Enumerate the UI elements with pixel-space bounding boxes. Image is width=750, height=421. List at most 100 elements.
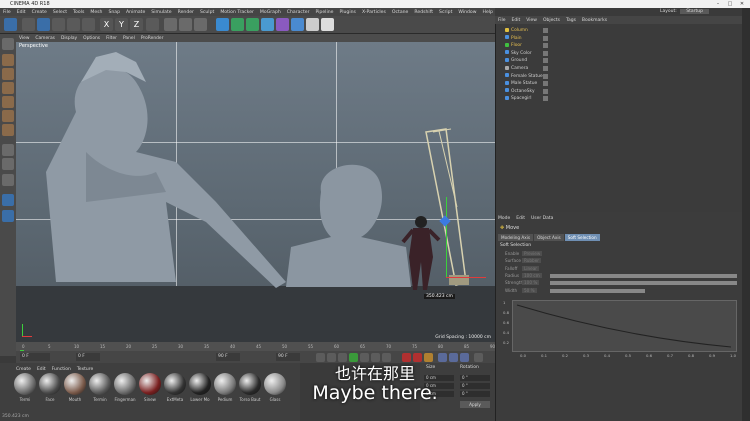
subdivision-icon[interactable] <box>231 18 244 31</box>
menu-help[interactable]: Help <box>483 10 493 15</box>
menu-sculpt[interactable]: Sculpt <box>200 10 214 15</box>
x-axis-handle[interactable] <box>446 277 486 278</box>
field-value[interactable]: Rubber <box>522 258 541 264</box>
visibility-toggle-icon[interactable] <box>543 73 548 79</box>
snap-icon[interactable] <box>2 174 14 186</box>
visibility-toggle-icon[interactable] <box>543 28 548 33</box>
field-value[interactable]: Preview <box>522 251 543 256</box>
viewport-menu-panel[interactable]: Panel <box>123 36 135 41</box>
menu-tools[interactable]: Tools <box>73 10 84 15</box>
menu-animate[interactable]: Animate <box>126 10 145 15</box>
tab-modeling-axis[interactable]: Modeling Axis <box>498 234 534 241</box>
sculpt-icon[interactable] <box>2 194 14 206</box>
field-value[interactable]: 100 cm <box>522 272 542 278</box>
visibility-toggle-icon[interactable] <box>543 43 548 49</box>
undo-icon[interactable] <box>4 18 17 31</box>
close-icon[interactable]: ✕ <box>736 0 748 8</box>
object-row[interactable]: Female Statue <box>505 73 548 80</box>
array-icon[interactable] <box>246 18 259 31</box>
visibility-toggle-icon[interactable] <box>543 35 548 41</box>
menu-x-particles[interactable]: X-Particles <box>362 10 386 15</box>
tab-soft-selection[interactable]: Soft Selection <box>564 234 600 241</box>
recent-tool-icon[interactable] <box>82 18 95 31</box>
object-menu-edit[interactable]: Edit <box>512 18 521 23</box>
menu-file[interactable]: File <box>3 10 11 15</box>
make-editable-icon[interactable] <box>2 38 14 50</box>
visibility-toggle-icon[interactable] <box>543 96 548 102</box>
menu-script[interactable]: Script <box>439 10 452 15</box>
light-icon[interactable] <box>321 18 334 31</box>
visibility-toggle-icon[interactable] <box>543 66 548 71</box>
model-mode-icon[interactable] <box>2 54 14 66</box>
render-settings-icon[interactable] <box>194 18 207 31</box>
visibility-toggle-icon[interactable] <box>543 58 548 64</box>
edges-mode-icon[interactable] <box>2 110 14 122</box>
object-row[interactable]: Column <box>505 27 548 34</box>
spacegirl-figure[interactable] <box>401 212 441 292</box>
y-axis-handle[interactable] <box>446 197 447 277</box>
y-axis-icon[interactable]: Y <box>115 18 128 31</box>
tab-object-axis[interactable]: Object Axis <box>534 234 564 241</box>
viewport-menu-cameras[interactable]: Cameras <box>35 36 55 41</box>
layout-value[interactable]: Startup <box>680 9 709 14</box>
object-menu-view[interactable]: View <box>526 18 537 23</box>
render-picture-viewer-icon[interactable] <box>179 18 192 31</box>
viewport-menu-view[interactable]: View <box>19 36 29 41</box>
camera-icon[interactable] <box>306 18 319 31</box>
points-mode-icon[interactable] <box>2 96 14 108</box>
field-value[interactable]: Linear <box>522 265 540 271</box>
menu-simulate[interactable]: Simulate <box>151 10 171 15</box>
field-slider[interactable] <box>550 288 645 293</box>
minimize-icon[interactable]: – <box>712 0 724 8</box>
object-row[interactable]: Camera <box>505 65 548 72</box>
field-value[interactable]: 50 % <box>522 287 537 293</box>
field-slider[interactable] <box>550 281 737 286</box>
object-menu-file[interactable]: File <box>498 18 506 23</box>
menu-render[interactable]: Render <box>178 10 194 15</box>
workplane-icon[interactable] <box>2 82 14 94</box>
z-axis-icon[interactable]: Z <box>130 18 143 31</box>
polygons-mode-icon[interactable] <box>2 124 14 136</box>
menu-redshift[interactable]: Redshift <box>414 10 433 15</box>
falloff-graph[interactable] <box>512 300 737 352</box>
menu-window[interactable]: Window <box>458 10 476 15</box>
menu-motion-tracker[interactable]: Motion Tracker <box>220 10 254 15</box>
menu-mograph[interactable]: MoGraph <box>260 10 281 15</box>
scene-icon[interactable] <box>291 18 304 31</box>
object-row[interactable]: Floor <box>505 42 548 49</box>
render-view-icon[interactable] <box>164 18 177 31</box>
visibility-toggle-icon[interactable] <box>543 50 548 56</box>
viewport-menu-filter[interactable]: Filter <box>106 36 117 41</box>
menu-plugins[interactable]: Plugins <box>339 10 355 15</box>
maximize-icon[interactable]: □ <box>724 0 736 8</box>
move-icon[interactable] <box>37 18 50 31</box>
x-axis-icon[interactable]: X <box>100 18 113 31</box>
paint-icon[interactable] <box>2 210 14 222</box>
menu-character[interactable]: Character <box>287 10 310 15</box>
live-select-icon[interactable] <box>22 18 35 31</box>
object-row[interactable]: Sky Color <box>505 50 548 57</box>
menu-octane[interactable]: Octane <box>392 10 409 15</box>
object-menu-objects[interactable]: Objects <box>543 18 560 23</box>
scale-icon[interactable] <box>52 18 65 31</box>
enable-axis-icon[interactable] <box>2 144 14 156</box>
object-row[interactable]: OctaneSky <box>505 88 548 95</box>
viewport-menu-display[interactable]: Display <box>61 36 77 41</box>
object-menu-bookmarks[interactable]: Bookmarks <box>582 18 607 23</box>
nurbs-icon[interactable] <box>261 18 274 31</box>
object-row[interactable]: Male Statue <box>505 80 548 87</box>
visibility-toggle-icon[interactable] <box>543 81 548 87</box>
attr-menu-edit[interactable]: Edit <box>516 216 525 221</box>
viewport-perspective[interactable]: Perspective 350.423 cm Grid Spacing : 10… <box>16 42 495 342</box>
layout-selector[interactable]: Layout: Startup <box>660 9 709 14</box>
object-menu-tags[interactable]: Tags <box>566 18 576 23</box>
viewport-menu-prorender[interactable]: ProRender <box>141 36 164 41</box>
rotate-icon[interactable] <box>67 18 80 31</box>
visibility-toggle-icon[interactable] <box>543 88 548 94</box>
menu-pipeline[interactable]: Pipeline <box>315 10 333 15</box>
menu-snap[interactable]: Snap <box>108 10 120 15</box>
object-row[interactable]: Spacegirl <box>505 95 548 102</box>
menu-edit[interactable]: Edit <box>17 10 26 15</box>
attr-menu-mode[interactable]: Mode <box>498 216 510 221</box>
cube-icon[interactable] <box>216 18 229 31</box>
